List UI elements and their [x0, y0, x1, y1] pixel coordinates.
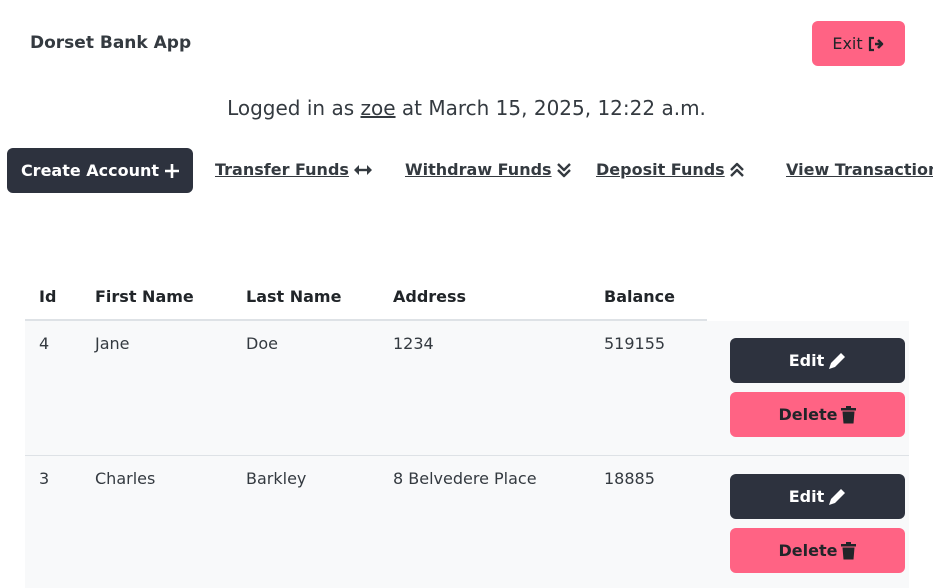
- edit-button[interactable]: Edit: [730, 338, 905, 383]
- column-header-address: Address: [393, 287, 467, 306]
- table-row: 4 Jane Doe 1234 519155 Edit Delete: [25, 321, 909, 456]
- login-prefix: Logged in as: [227, 96, 355, 120]
- pencil-icon: [829, 488, 846, 505]
- delete-button[interactable]: Delete: [730, 392, 905, 437]
- login-middle: at: [401, 96, 422, 120]
- view-transactions-link[interactable]: View Transactions: [786, 160, 933, 179]
- cell-id: 3: [39, 469, 50, 488]
- transfer-funds-label: Transfer Funds: [215, 160, 349, 179]
- cell-id: 4: [39, 334, 50, 353]
- cell-balance: 519155: [604, 334, 666, 353]
- app-title: Dorset Bank App: [30, 33, 192, 53]
- deposit-funds-link[interactable]: Deposit Funds: [596, 160, 744, 179]
- column-header-last-name: Last Name: [246, 287, 342, 306]
- username-link[interactable]: zoe: [360, 96, 395, 120]
- create-account-label: Create Account: [20, 161, 160, 180]
- view-transactions-label: View Transactions: [786, 160, 933, 179]
- withdraw-funds-label: Withdraw Funds: [405, 160, 552, 179]
- pencil-icon: [829, 352, 846, 369]
- login-status: Logged in as zoe at March 15, 2025, 12:2…: [0, 96, 933, 120]
- login-timestamp: March 15, 2025, 12:22 a.m.: [428, 96, 706, 120]
- trash-icon: [841, 541, 857, 559]
- trash-icon: [841, 405, 857, 423]
- delete-button[interactable]: Delete: [730, 528, 905, 573]
- cell-last-name: Doe: [246, 334, 278, 353]
- column-header-first-name: First Name: [95, 287, 194, 306]
- table-row: 3 Charles Barkley 8 Belvedere Place 1888…: [25, 456, 909, 588]
- delete-label: Delete: [778, 405, 838, 424]
- cell-address: 1234: [393, 334, 434, 353]
- sign-out-icon: [868, 36, 883, 51]
- create-account-button[interactable]: Create Account: [7, 148, 193, 193]
- exit-label: Exit: [832, 34, 863, 53]
- withdraw-funds-link[interactable]: Withdraw Funds: [405, 160, 571, 179]
- plus-icon: [165, 163, 180, 178]
- arrows-left-right-icon: [353, 164, 372, 175]
- double-chevron-up-icon: [729, 162, 744, 177]
- exit-button[interactable]: Exit: [812, 21, 905, 66]
- cell-first-name: Jane: [95, 334, 130, 353]
- edit-label: Edit: [788, 351, 825, 370]
- cell-address: 8 Belvedere Place: [393, 469, 537, 488]
- column-header-balance: Balance: [604, 287, 675, 306]
- edit-label: Edit: [788, 487, 825, 506]
- cell-first-name: Charles: [95, 469, 156, 488]
- cell-balance: 18885: [604, 469, 655, 488]
- double-chevron-down-icon: [556, 162, 571, 177]
- delete-label: Delete: [778, 541, 838, 560]
- cell-last-name: Barkley: [246, 469, 307, 488]
- column-header-id: Id: [39, 287, 57, 306]
- edit-button[interactable]: Edit: [730, 474, 905, 519]
- transfer-funds-link[interactable]: Transfer Funds: [215, 160, 372, 179]
- deposit-funds-label: Deposit Funds: [596, 160, 725, 179]
